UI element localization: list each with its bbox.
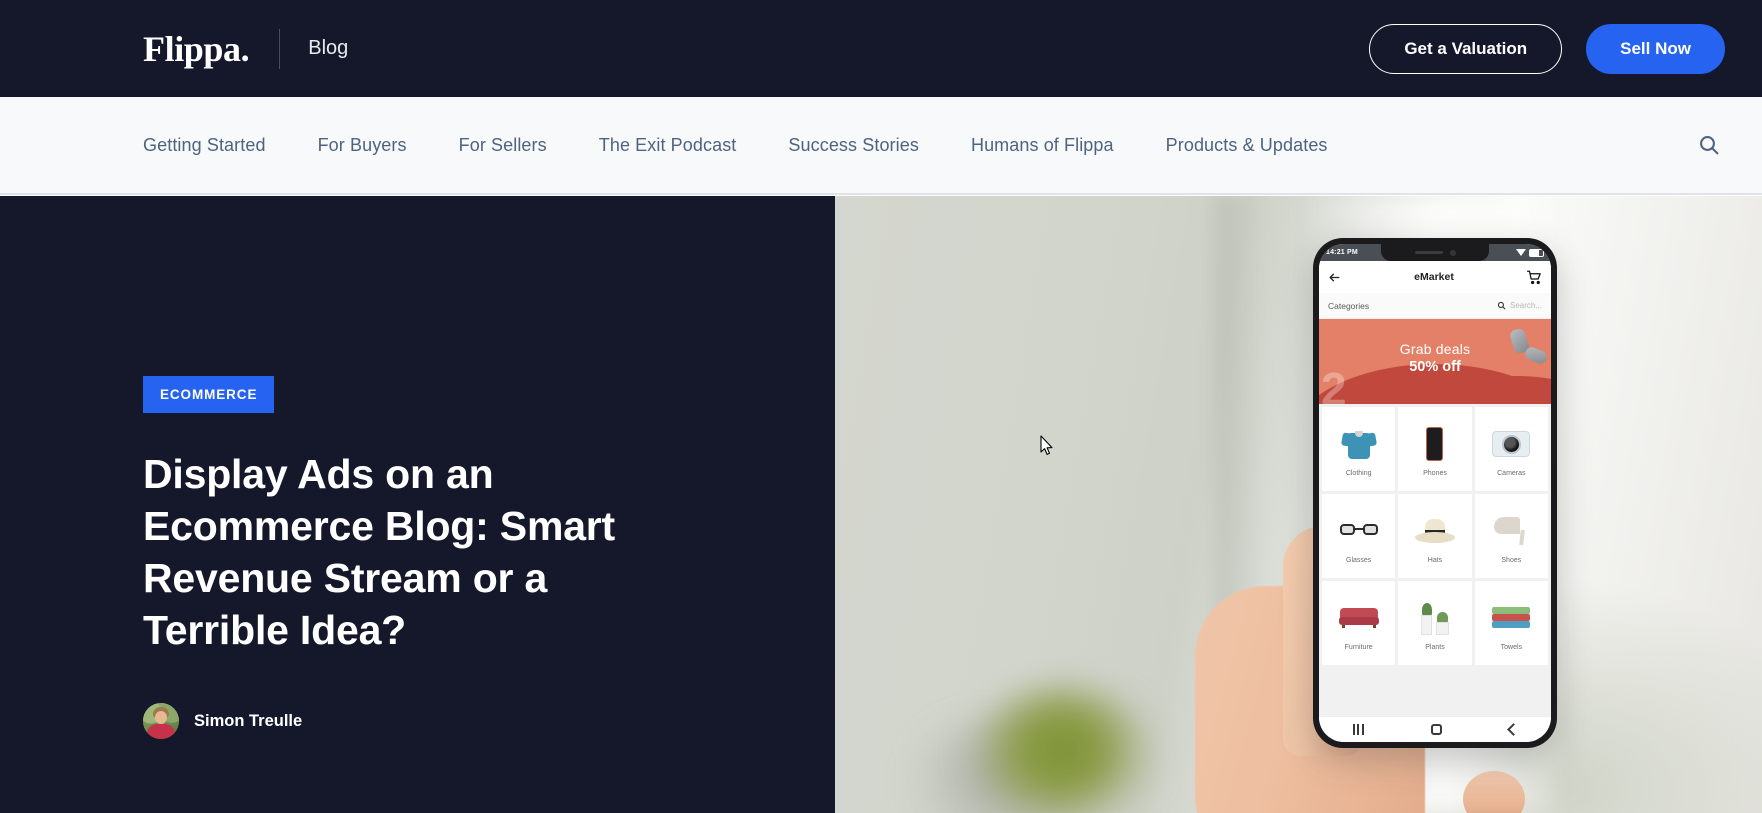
category-label: Hats [1427, 556, 1443, 564]
front-camera-icon [1449, 249, 1456, 256]
category-tile-plants[interactable]: Plants [1398, 581, 1472, 665]
category-tile-glasses[interactable]: Glasses [1322, 494, 1396, 578]
category-label: Clothing [1345, 469, 1372, 477]
primary-nav: Getting Started For Buyers For Sellers T… [0, 97, 1762, 195]
smartphone: 14:21 PM eMarket Categories Search... 2 … [1313, 238, 1557, 748]
brand-divider [279, 28, 281, 69]
brand[interactable]: Flippa. Blog [143, 28, 348, 69]
nav-item-humans-of-flippa[interactable]: Humans of Flippa [971, 135, 1114, 156]
arrow-left-icon[interactable] [1328, 271, 1341, 284]
recents-icon[interactable] [1352, 724, 1364, 735]
hero-text-panel: ECOMMERCE Display Ads on an Ecommerce Bl… [0, 196, 835, 813]
nav-item-list: Getting Started For Buyers For Sellers T… [143, 135, 1328, 156]
promo-line-2: 50% off [1409, 359, 1461, 375]
smartphone-icon [1426, 422, 1444, 466]
author-byline[interactable]: Simon Treulle [143, 703, 743, 740]
category-tile-towels[interactable]: Towels [1474, 581, 1548, 665]
hero-image: 14:21 PM eMarket Categories Search... 2 … [835, 196, 1762, 813]
tshirt-icon [1340, 422, 1377, 466]
category-label: Towels [1500, 643, 1523, 651]
author-name[interactable]: Simon Treulle [194, 712, 302, 731]
category-label: Glasses [1346, 556, 1372, 564]
finger-3 [1463, 771, 1525, 813]
phone-status-bar: 14:21 PM [1319, 244, 1551, 261]
nav-item-getting-started[interactable]: Getting Started [143, 135, 266, 156]
get-a-valuation-button[interactable]: Get a Valuation [1369, 23, 1563, 74]
promo-banner[interactable]: 2 Grab deals 50% off [1319, 319, 1551, 404]
app-search-row: Categories Search... [1319, 293, 1551, 319]
category-tile-cameras[interactable]: Cameras [1474, 407, 1548, 491]
category-label: Furniture [1344, 643, 1373, 651]
category-tile-furniture[interactable]: Furniture [1322, 581, 1396, 665]
towels-icon [1492, 596, 1531, 640]
category-tile-phones[interactable]: Phones [1398, 407, 1472, 491]
eyeglasses-icon [1339, 509, 1378, 553]
nav-item-for-buyers[interactable]: For Buyers [318, 135, 407, 156]
phone-notch [1381, 244, 1489, 261]
back-icon[interactable] [1506, 723, 1520, 736]
nav-item-success-stories[interactable]: Success Stories [788, 135, 919, 156]
battery-icon [1529, 248, 1544, 257]
category-badge[interactable]: ECOMMERCE [143, 376, 275, 413]
wifi-icon [1516, 249, 1526, 256]
avatar [143, 703, 179, 740]
category-grid: Clothing Phones Cameras Glasses Hats Sho… [1319, 404, 1551, 716]
page-title: Display Ads on an Ecommerce Blog: Smart … [143, 451, 616, 654]
promo-line-1: Grab deals [1399, 341, 1471, 357]
promo-text: Grab deals 50% off [1319, 341, 1551, 375]
hero-section: ECOMMERCE Display Ads on an Ecommerce Bl… [0, 196, 1762, 813]
camera-icon [1492, 422, 1531, 466]
nav-item-products-and-updates[interactable]: Products & Updates [1166, 135, 1328, 156]
category-label: Cameras [1497, 469, 1526, 477]
home-icon[interactable] [1430, 724, 1442, 735]
site-header: Flippa. Blog Get a Valuation Sell Now [0, 0, 1762, 97]
search-placeholder: Search... [1509, 301, 1542, 310]
shopping-cart-icon[interactable] [1527, 270, 1542, 285]
category-tile-hats[interactable]: Hats [1398, 494, 1472, 578]
header-actions: Get a Valuation Sell Now [1369, 23, 1725, 74]
category-label: Plants [1425, 643, 1445, 651]
app-title: eMarket [1414, 271, 1454, 283]
nav-item-the-exit-podcast[interactable]: The Exit Podcast [599, 135, 737, 156]
phone-search-input[interactable]: Search... [1497, 301, 1542, 310]
page-root: Flippa. Blog Get a Valuation Sell Now Ge… [0, 0, 1762, 813]
heel-shoe-icon [1494, 509, 1528, 553]
flippa-logo[interactable]: Flippa. [143, 31, 250, 67]
sell-now-button[interactable]: Sell Now [1586, 23, 1725, 74]
category-tile-shoes[interactable]: Shoes [1474, 494, 1548, 578]
status-indicators [1516, 248, 1544, 257]
app-top-bar: eMarket [1319, 261, 1551, 293]
fedora-icon [1414, 509, 1455, 553]
phone-screen: 14:21 PM eMarket Categories Search... 2 … [1319, 244, 1551, 742]
earpiece-speaker [1414, 251, 1443, 254]
hero-content: ECOMMERCE Display Ads on an Ecommerce Bl… [143, 376, 743, 740]
blurred-plant [967, 683, 1157, 813]
nav-item-for-sellers[interactable]: For Sellers [459, 135, 547, 156]
search-icon[interactable] [1692, 128, 1726, 162]
sofa-icon [1338, 596, 1379, 640]
category-label: Phones [1423, 469, 1447, 477]
blog-label[interactable]: Blog [308, 37, 348, 60]
category-label: Shoes [1501, 556, 1522, 564]
status-time: 14:21 PM [1326, 249, 1358, 256]
category-tile-clothing[interactable]: Clothing [1322, 407, 1396, 491]
potted-plant-icon [1417, 596, 1453, 640]
android-system-nav [1319, 716, 1551, 742]
categories-label: Categories [1328, 300, 1370, 311]
